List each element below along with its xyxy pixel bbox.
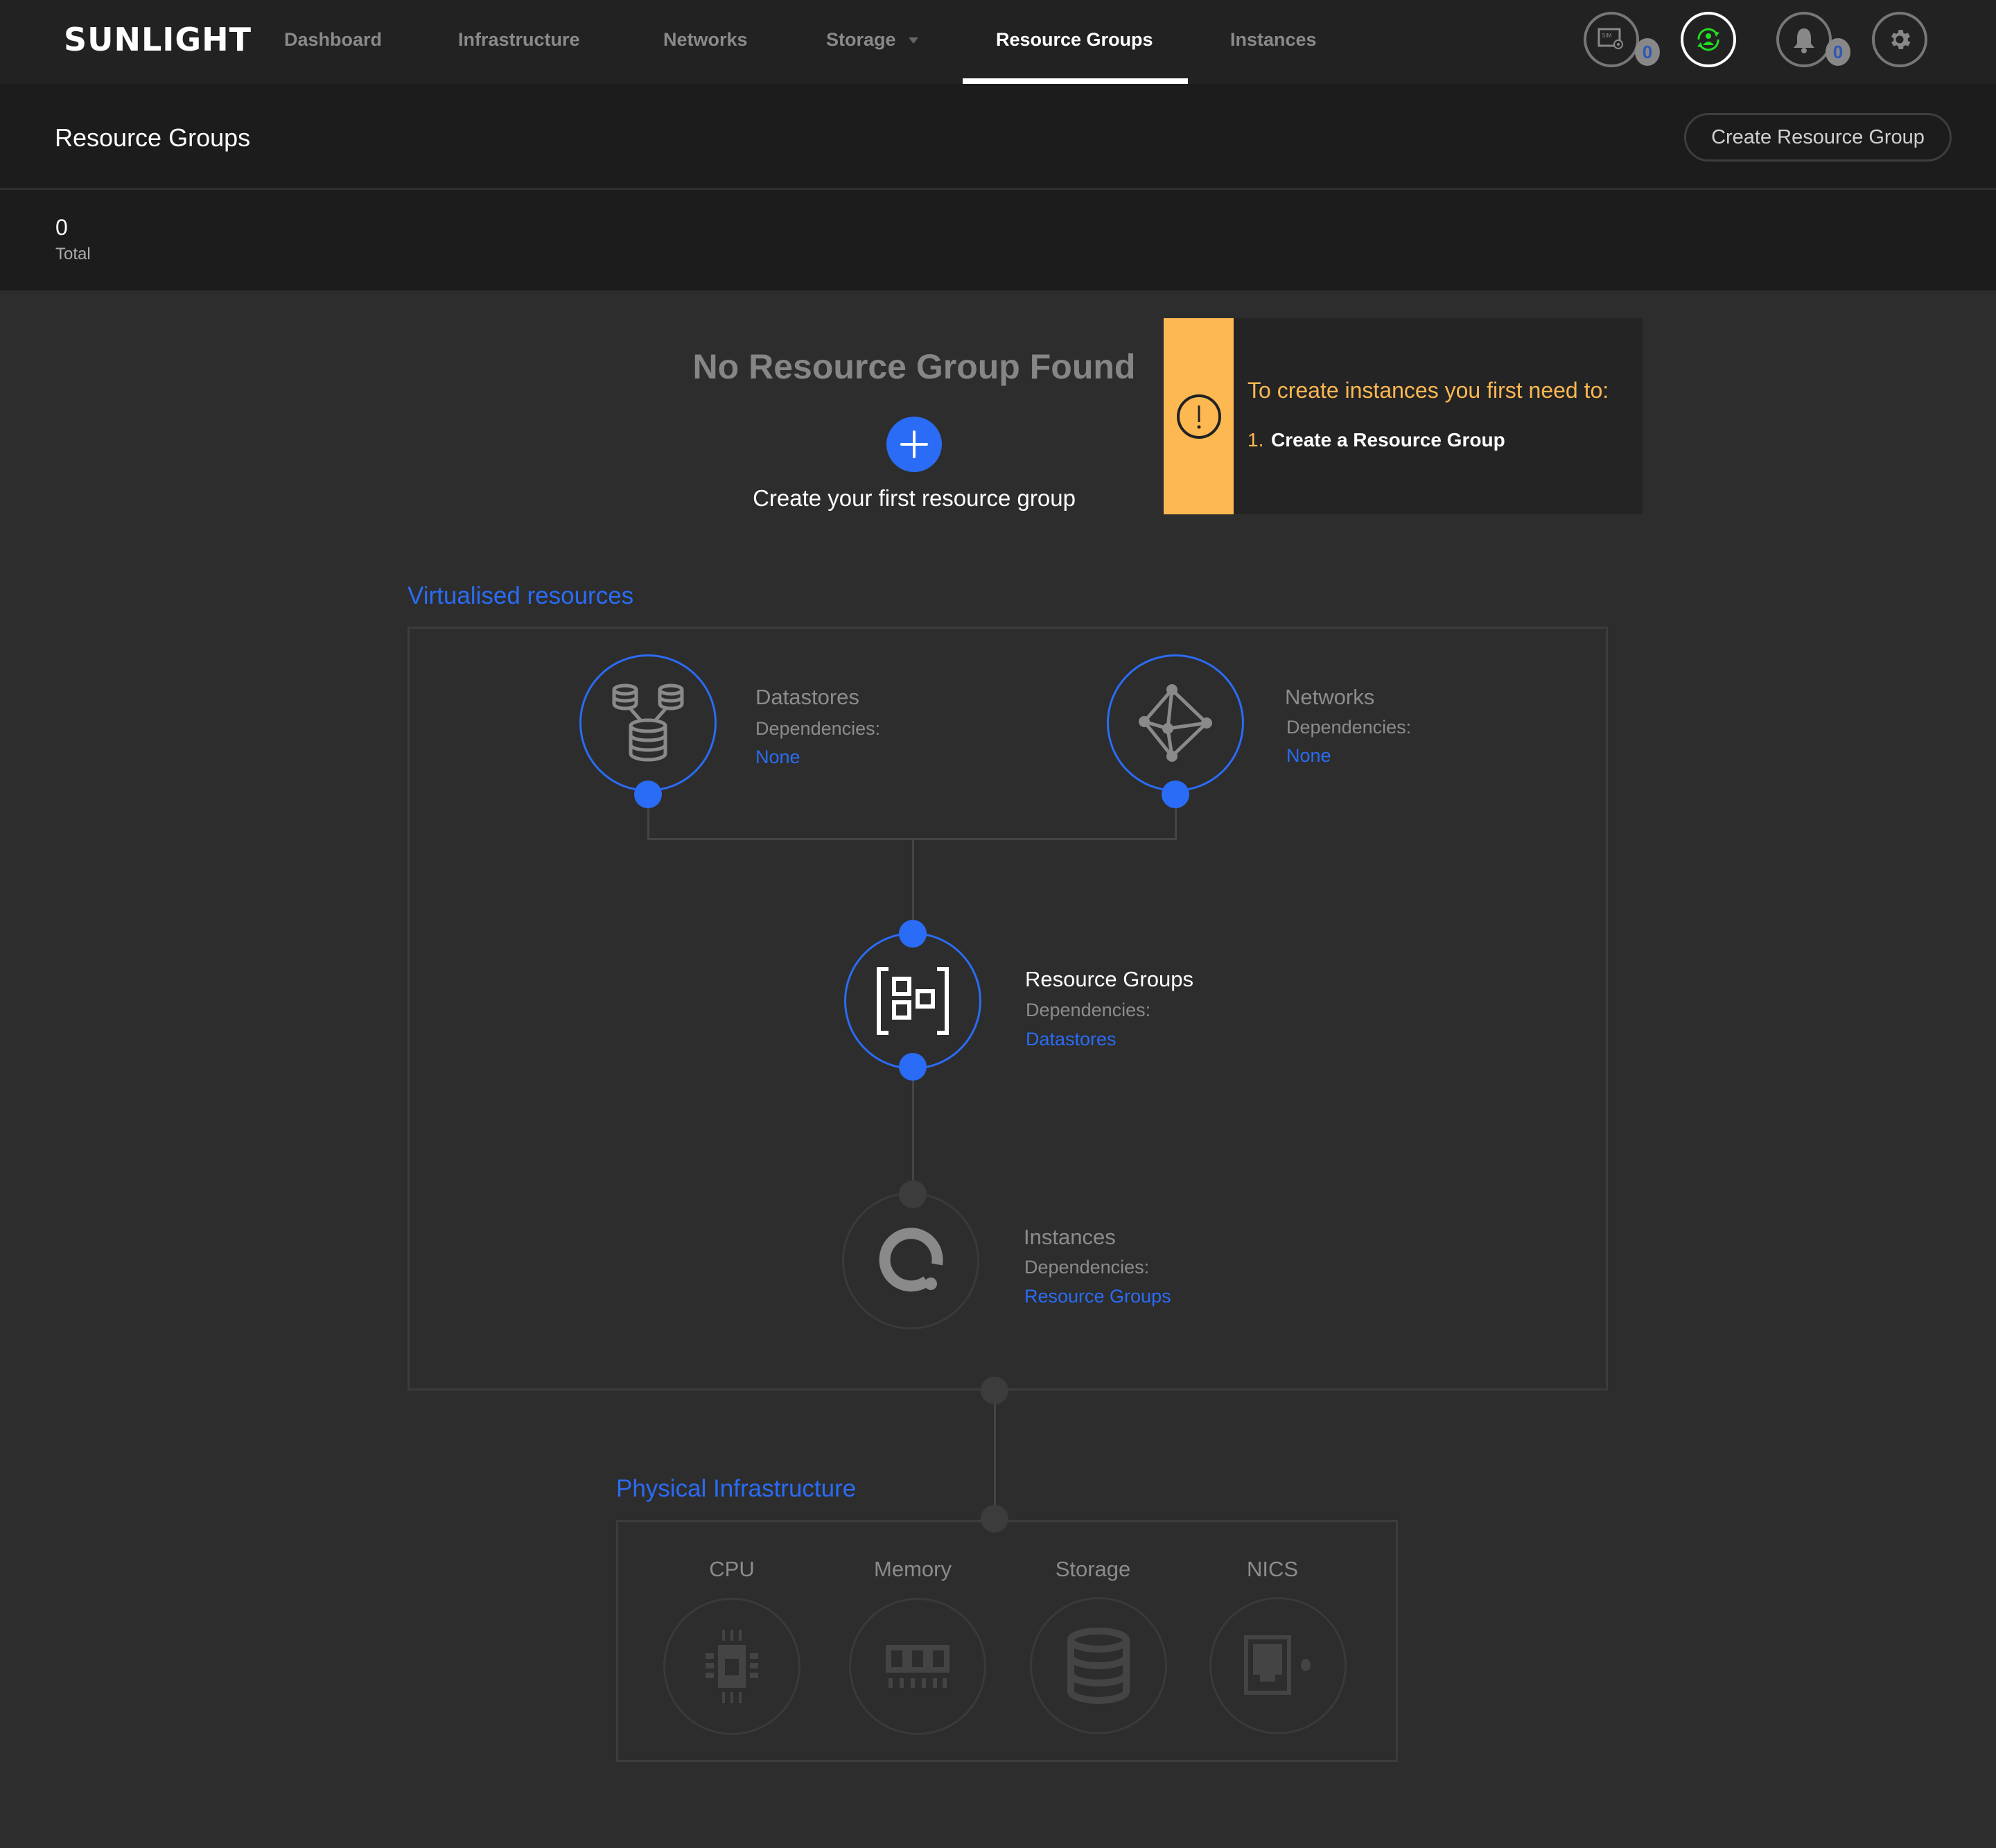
panel-connector-dot bbox=[981, 1377, 1008, 1404]
active-tab-indicator bbox=[963, 78, 1188, 84]
datastores-title: Datastores bbox=[755, 685, 859, 709]
memory-label: Memory bbox=[874, 1557, 952, 1581]
nav-tab-dashboard[interactable]: Dashboard bbox=[284, 29, 382, 51]
prerequisite-warning: To create instances you first need to: 1… bbox=[1164, 318, 1643, 514]
instances-top-dot bbox=[899, 1180, 927, 1208]
memory-node bbox=[849, 1598, 986, 1735]
instances-title: Instances bbox=[1024, 1225, 1116, 1249]
user-sync-button[interactable] bbox=[1681, 12, 1736, 67]
nav-tab-resource-groups[interactable]: Resource Groups bbox=[996, 29, 1153, 51]
instances-icon bbox=[879, 1228, 943, 1292]
nics-node bbox=[1209, 1597, 1347, 1734]
resource-groups-icon bbox=[877, 967, 949, 1035]
plus-icon bbox=[900, 430, 928, 458]
warning-step-number: 1. bbox=[1248, 429, 1264, 451]
notifications-badge: 0 bbox=[1826, 38, 1850, 66]
networks-dependency-value[interactable]: None bbox=[1286, 745, 1331, 767]
datastores-connector-dot bbox=[634, 781, 662, 808]
networks-node[interactable] bbox=[1107, 654, 1244, 792]
connector-line bbox=[994, 1391, 996, 1518]
nav-tab-networks[interactable]: Networks bbox=[663, 29, 748, 51]
datastores-node[interactable] bbox=[579, 654, 717, 792]
networks-icon bbox=[1139, 684, 1212, 762]
storage-node bbox=[1030, 1597, 1167, 1734]
exclamation-circle-icon bbox=[1176, 394, 1221, 439]
datastores-dependency-value[interactable]: None bbox=[755, 747, 800, 768]
datastores-dependencies-label: Dependencies: bbox=[755, 718, 881, 739]
gear-icon bbox=[1891, 30, 1911, 49]
user-sync-icon bbox=[1697, 28, 1719, 51]
resource-groups-title: Resource Groups bbox=[1025, 967, 1193, 991]
networks-title: Networks bbox=[1285, 685, 1375, 709]
resource-groups-bottom-dot bbox=[899, 1053, 927, 1081]
virtualised-resources-label: Virtualised resources bbox=[408, 582, 634, 609]
resource-groups-node[interactable] bbox=[844, 932, 981, 1070]
cpu-icon bbox=[706, 1630, 758, 1703]
warning-title: To create instances you first need to: bbox=[1248, 378, 1609, 403]
cpu-node bbox=[663, 1598, 800, 1735]
page-title: Resource Groups bbox=[55, 123, 251, 152]
instances-dependency-value[interactable]: Resource Groups bbox=[1024, 1286, 1171, 1307]
sim-settings-icon: SIM bbox=[1597, 28, 1623, 49]
create-resource-group-button[interactable]: Create Resource Group bbox=[1684, 113, 1952, 162]
sim-badge: 0 bbox=[1635, 38, 1660, 66]
storage-icon bbox=[1067, 1628, 1130, 1704]
settings-button[interactable] bbox=[1872, 12, 1927, 67]
sunlight-logo[interactable]: SUNLIGHT bbox=[64, 21, 252, 58]
resource-groups-dependencies-label: Dependencies: bbox=[1026, 1000, 1151, 1020]
nics-label: NICS bbox=[1246, 1557, 1299, 1581]
nav-tab-infrastructure[interactable]: Infrastructure bbox=[458, 29, 580, 51]
nav-tab-instances[interactable]: Instances bbox=[1230, 29, 1317, 51]
networks-connector-dot bbox=[1162, 781, 1189, 808]
svg-text:SIM: SIM bbox=[1602, 33, 1612, 39]
warning-step-create-resource-group[interactable]: Create a Resource Group bbox=[1271, 429, 1505, 451]
stats-bar bbox=[0, 190, 1996, 290]
physical-infrastructure-label: Physical Infrastructure bbox=[616, 1475, 857, 1502]
total-count: 0 bbox=[55, 215, 68, 240]
network-port-icon bbox=[1244, 1635, 1311, 1695]
bell-icon bbox=[1794, 28, 1814, 53]
connector-line bbox=[912, 1067, 914, 1194]
create-first-resource-group-link[interactable]: Create your first resource group bbox=[637, 485, 1191, 512]
empty-state-title: No Resource Group Found bbox=[692, 347, 1136, 386]
networks-dependencies-label: Dependencies: bbox=[1286, 717, 1412, 738]
resource-groups-dependency-value[interactable]: Datastores bbox=[1026, 1029, 1117, 1050]
nav-tab-storage[interactable]: Storage bbox=[826, 29, 918, 51]
warning-strip bbox=[1164, 318, 1234, 514]
resource-groups-top-dot bbox=[899, 920, 927, 948]
instances-node[interactable] bbox=[842, 1192, 979, 1330]
sim-settings-button[interactable]: SIM bbox=[1584, 12, 1639, 67]
add-resource-group-button[interactable] bbox=[886, 417, 942, 472]
storage-label: Storage bbox=[1055, 1557, 1131, 1581]
caret-down-icon bbox=[908, 37, 918, 44]
cpu-label: CPU bbox=[709, 1557, 755, 1581]
datastores-icon bbox=[612, 683, 684, 762]
notifications-button[interactable] bbox=[1776, 12, 1832, 67]
instances-dependencies-label: Dependencies: bbox=[1024, 1257, 1150, 1278]
total-label: Total bbox=[55, 245, 91, 263]
nav-tab-storage-label: Storage bbox=[826, 29, 896, 50]
memory-icon bbox=[886, 1645, 949, 1688]
